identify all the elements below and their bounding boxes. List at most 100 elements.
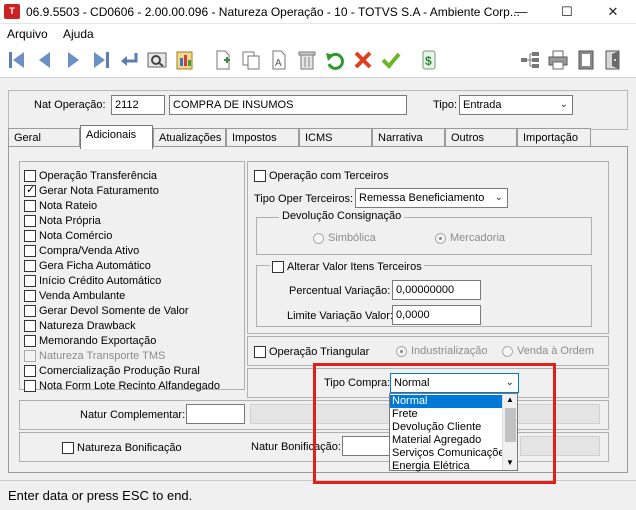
tipo-compra-label: Tipo Compra: bbox=[324, 377, 391, 389]
option-checkbox[interactable] bbox=[24, 183, 36, 197]
cancel-icon[interactable] bbox=[352, 49, 374, 71]
option-checkbox-row[interactable]: Nota Form Lote Recinto Alfandegado bbox=[24, 378, 220, 393]
copy-icon[interactable] bbox=[240, 49, 262, 71]
tipo-oper-terceiros-select[interactable]: Remessa Beneficiamento ⌄ bbox=[355, 188, 508, 208]
edit-text-icon[interactable]: A bbox=[268, 49, 290, 71]
menu-arquivo[interactable]: Arquivo bbox=[7, 27, 48, 41]
option-checkbox[interactable] bbox=[24, 274, 36, 287]
dropdown-option[interactable]: Material Agregado bbox=[390, 434, 502, 447]
option-checkbox[interactable] bbox=[24, 289, 36, 302]
tab-narrativa[interactable]: Narrativa bbox=[372, 128, 445, 148]
option-checkbox-row[interactable]: Início Crédito Automático bbox=[24, 273, 161, 288]
option-checkbox-row[interactable]: Gerar Nota Faturamento bbox=[24, 183, 159, 198]
dropdown-option[interactable]: Frete bbox=[390, 408, 502, 421]
confirm-icon[interactable] bbox=[380, 49, 402, 71]
tab-adicionais[interactable]: Adicionais bbox=[80, 125, 153, 149]
undo-icon[interactable] bbox=[324, 49, 346, 71]
operacao-terceiros-checkbox-row[interactable]: Operação com Terceiros bbox=[254, 168, 389, 183]
natureza-bonificacao-checkbox[interactable] bbox=[62, 441, 74, 454]
menu-ajuda[interactable]: Ajuda bbox=[63, 27, 94, 41]
option-checkbox[interactable] bbox=[24, 304, 36, 317]
tab-impostos[interactable]: Impostos bbox=[226, 128, 299, 148]
previous-record-icon[interactable] bbox=[34, 49, 56, 71]
radio-mercadoria-label: Mercadoria bbox=[450, 232, 506, 244]
option-label: Gerar Devol Somente de Valor bbox=[39, 304, 189, 317]
new-document-icon[interactable] bbox=[212, 49, 234, 71]
option-checkbox-row[interactable]: Compra/Venda Ativo bbox=[24, 243, 139, 258]
tipo-select[interactable]: Entrada ⌄ bbox=[459, 95, 573, 115]
option-checkbox[interactable] bbox=[24, 334, 36, 347]
status-bar: Enter data or press ESC to end. bbox=[0, 480, 636, 510]
option-checkbox-row[interactable]: Memorando Exportação bbox=[24, 333, 156, 348]
option-checkbox-row[interactable]: Venda Ambulante bbox=[24, 288, 125, 303]
option-checkbox[interactable] bbox=[24, 259, 36, 272]
option-checkbox[interactable] bbox=[24, 364, 36, 377]
maximize-button[interactable]: ☐ bbox=[544, 0, 590, 24]
option-checkbox-row[interactable]: Comercialização Produção Rural bbox=[24, 363, 200, 378]
report-icon[interactable] bbox=[174, 49, 196, 71]
option-label: Nota Rateio bbox=[39, 199, 98, 212]
operacao-triangular-checkbox-row[interactable]: Operação Triangular bbox=[254, 344, 369, 359]
dropdown-option[interactable]: Serviços Comunicações bbox=[390, 447, 502, 460]
option-label: Gerar Nota Faturamento bbox=[39, 184, 159, 197]
alterar-valor-label: Alterar Valor Itens Terceiros bbox=[287, 260, 422, 273]
scroll-up-icon[interactable]: ▲ bbox=[506, 395, 514, 404]
option-checkbox[interactable] bbox=[24, 214, 36, 227]
tree-icon[interactable] bbox=[519, 49, 541, 71]
tab-atualizacoes[interactable]: Atualizações bbox=[153, 128, 226, 148]
next-record-icon[interactable] bbox=[62, 49, 84, 71]
operacao-terceiros-checkbox[interactable] bbox=[254, 169, 266, 182]
alterar-valor-checkbox-row[interactable]: Alterar Valor Itens Terceiros bbox=[270, 259, 424, 274]
tab-outros[interactable]: Outros bbox=[445, 128, 517, 148]
option-checkbox-row[interactable]: Operação Transferência bbox=[24, 168, 157, 183]
option-checkbox[interactable] bbox=[24, 199, 36, 212]
first-record-icon[interactable] bbox=[6, 49, 28, 71]
option-checkbox[interactable] bbox=[24, 319, 36, 332]
nat-operacao-description-field[interactable]: COMPRA DE INSUMOS bbox=[169, 95, 407, 115]
scroll-down-icon[interactable]: ▼ bbox=[506, 458, 514, 467]
option-checkbox[interactable] bbox=[24, 379, 36, 392]
dropdown-option[interactable]: Devolução Cliente bbox=[390, 421, 502, 434]
option-checkbox[interactable] bbox=[24, 229, 36, 242]
option-checkbox[interactable] bbox=[24, 169, 36, 182]
delete-icon[interactable] bbox=[296, 49, 318, 71]
percentual-variacao-field[interactable]: 0,00000000 bbox=[392, 280, 481, 300]
tab-geral[interactable]: Geral bbox=[8, 128, 80, 148]
scrollbar-thumb[interactable] bbox=[505, 408, 516, 442]
option-checkbox-row[interactable]: Nota Rateio bbox=[24, 198, 97, 213]
radio-industrializacao-dot bbox=[396, 345, 407, 357]
currency-icon[interactable]: $ bbox=[418, 49, 440, 71]
nat-operacao-code-field[interactable]: 2112 bbox=[111, 95, 165, 115]
last-record-icon[interactable] bbox=[90, 49, 112, 71]
exit-icon[interactable] bbox=[603, 49, 625, 71]
option-checkbox-row[interactable]: Gera Ficha Automático bbox=[24, 258, 151, 273]
tipo-compra-dropdown-list[interactable]: Normal Frete Devolução Cliente Material Agr… bbox=[389, 393, 518, 473]
view-icon[interactable] bbox=[146, 49, 168, 71]
tipo-compra-select[interactable]: Normal ⌄ bbox=[390, 373, 519, 393]
close-button[interactable]: ✕ bbox=[590, 0, 636, 24]
return-icon[interactable] bbox=[118, 49, 140, 71]
natur-bonificacao-field[interactable] bbox=[342, 436, 392, 456]
dropdown-option[interactable]: Normal bbox=[390, 395, 502, 408]
limite-variacao-field[interactable]: 0,0000 bbox=[392, 305, 481, 325]
option-checkbox-row[interactable]: Gerar Devol Somente de Valor bbox=[24, 303, 189, 318]
dropdown-option[interactable]: Energia Elétrica bbox=[390, 460, 502, 473]
option-checkbox-row[interactable]: Natureza Drawback bbox=[24, 318, 136, 333]
tipo-oper-terceiros-value: Remessa Beneficiamento bbox=[359, 192, 485, 204]
alterar-valor-checkbox[interactable] bbox=[272, 260, 284, 273]
option-checkbox[interactable] bbox=[24, 244, 36, 257]
tab-icms[interactable]: ICMS bbox=[299, 128, 372, 148]
minimize-button[interactable]: — bbox=[498, 0, 544, 24]
natureza-bonificacao-label: Natureza Bonificação bbox=[77, 441, 182, 454]
option-checkbox-row[interactable]: Nota Comércio bbox=[24, 228, 112, 243]
radio-simbolica-label: Simbólica bbox=[328, 232, 376, 244]
tab-importacao[interactable]: Importação bbox=[517, 128, 591, 148]
manual-icon[interactable] bbox=[575, 49, 597, 71]
operacao-triangular-checkbox[interactable] bbox=[254, 345, 266, 358]
chevron-down-icon: ⌄ bbox=[494, 192, 503, 203]
dropdown-scrollbar[interactable]: ▲ ▼ bbox=[502, 394, 517, 470]
natureza-bonificacao-checkbox-row[interactable]: Natureza Bonificação bbox=[62, 440, 182, 455]
print-icon[interactable] bbox=[547, 49, 569, 71]
option-checkbox-row[interactable]: Nota Própria bbox=[24, 213, 101, 228]
natur-complementar-field[interactable] bbox=[186, 404, 245, 424]
